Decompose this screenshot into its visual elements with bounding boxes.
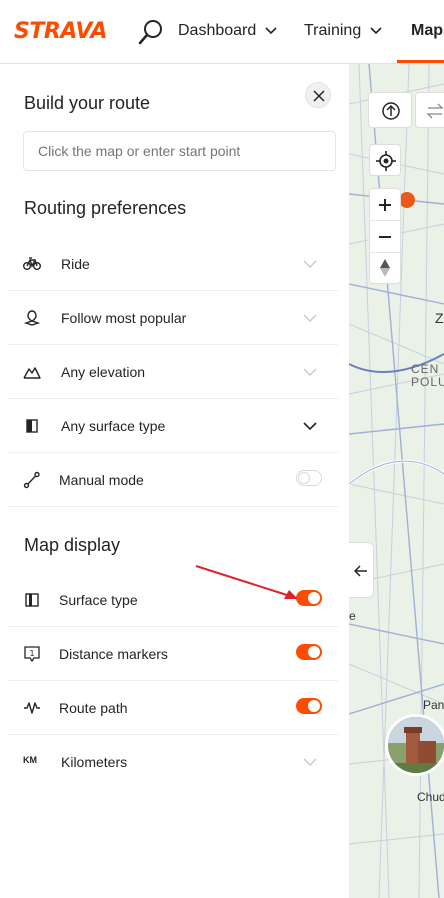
surface-type-toggle[interactable] [296,590,322,606]
nav-dashboard[interactable]: Dashboard [178,22,278,40]
surface-type-row: Surface type [8,573,338,627]
routing-surface-select[interactable]: Any surface type [8,399,338,453]
locate-icon [376,151,396,171]
zoom-out-button[interactable] [370,221,400,253]
chevron-down-icon [303,422,317,431]
route-path-label: Route path [59,700,128,716]
map-label: Z [435,310,444,326]
north-arrow-icon [380,259,390,277]
manual-mode-toggle[interactable] [296,470,322,486]
manual-mode-icon [23,471,40,489]
routing-popularity-label: Follow most popular [61,310,187,326]
distance-markers-icon: 1 [24,646,40,663]
routing-popularity-select[interactable]: Follow most popular [8,291,338,345]
compass-arrow-icon [382,102,400,120]
toggle-knob [308,646,320,658]
surface-type-icon [25,593,39,607]
zoom-controls [369,188,401,284]
nav-training[interactable]: Training [304,22,383,40]
strava-logo[interactable]: STRAVA [14,19,107,44]
nav-training-label: Training [304,22,362,39]
map-label: CEN [411,362,440,376]
routing-preferences-heading: Routing preferences [24,198,187,218]
chevron-down-icon [303,368,317,376]
panel-title: Build your route [24,93,151,113]
nav-maps-label: Maps [411,22,444,39]
swap-arrows-icon [426,103,444,119]
popularity-icon [23,310,41,326]
surface-icon [26,419,38,433]
manual-mode-label: Manual mode [59,472,144,488]
route-path-row: Route path [8,681,338,735]
nav-dashboard-label: Dashboard [178,22,257,39]
routing-elevation-select[interactable]: Any elevation [8,345,338,399]
map-display-heading: Map display [24,535,121,555]
routing-surface-label: Any surface type [61,418,166,434]
routing-elevation-label: Any elevation [61,364,146,380]
toggle-knob [308,700,320,712]
chevron-down-icon [370,27,382,34]
reset-north-button[interactable] [370,253,400,283]
distance-markers-row: 1 Distance markers [8,627,338,681]
route-builder-panel: Build your route Routing preferences Rid… [0,64,349,898]
distance-markers-toggle[interactable] [296,644,322,660]
units-label: Kilometers [61,754,128,770]
distance-markers-label: Distance markers [59,646,168,662]
manual-mode-row: Manual mode [8,453,338,507]
map-label: Chud [417,790,444,804]
chevron-down-icon [303,314,317,322]
top-navigation: STRAVA Dashboard Training Maps [0,0,444,64]
photo-thumbnail[interactable] [385,714,444,776]
routing-ride-label: Ride [61,256,90,272]
orientation-button[interactable] [368,92,412,128]
nav-maps[interactable]: Maps [411,22,444,40]
routing-ride-select[interactable]: Ride [8,237,338,291]
chevron-down-icon [303,758,317,766]
map-label: e [349,609,356,623]
minus-icon [379,236,391,238]
zoom-in-button[interactable] [370,189,400,221]
map-label: POLU [411,375,444,389]
units-icon: KM [23,755,37,765]
active-tab-indicator [397,60,444,63]
swap-button[interactable] [415,92,444,128]
locate-me-button[interactable] [369,144,401,176]
collapse-panel-button[interactable] [349,542,374,598]
surface-type-label: Surface type [59,592,138,608]
map-label: Pan [423,698,444,712]
castle-photo [388,717,444,773]
close-icon [313,90,325,102]
toggle-knob [298,472,310,484]
bike-icon [23,257,41,270]
chevron-down-icon [265,27,277,34]
units-select[interactable]: KM Kilometers [8,735,338,789]
arrow-left-icon [354,565,367,577]
svg-text:1: 1 [29,649,34,658]
elevation-icon [23,367,41,379]
route-path-toggle[interactable] [296,698,322,714]
route-path-icon [24,702,40,714]
chevron-down-icon [303,260,317,268]
plus-icon [379,199,391,211]
map-canvas[interactable]: Z CEN POLU e Pan Chud [349,64,444,898]
start-point-input[interactable] [23,131,336,171]
toggle-knob [308,592,320,604]
close-button[interactable] [305,82,331,108]
search-icon[interactable] [137,18,165,46]
